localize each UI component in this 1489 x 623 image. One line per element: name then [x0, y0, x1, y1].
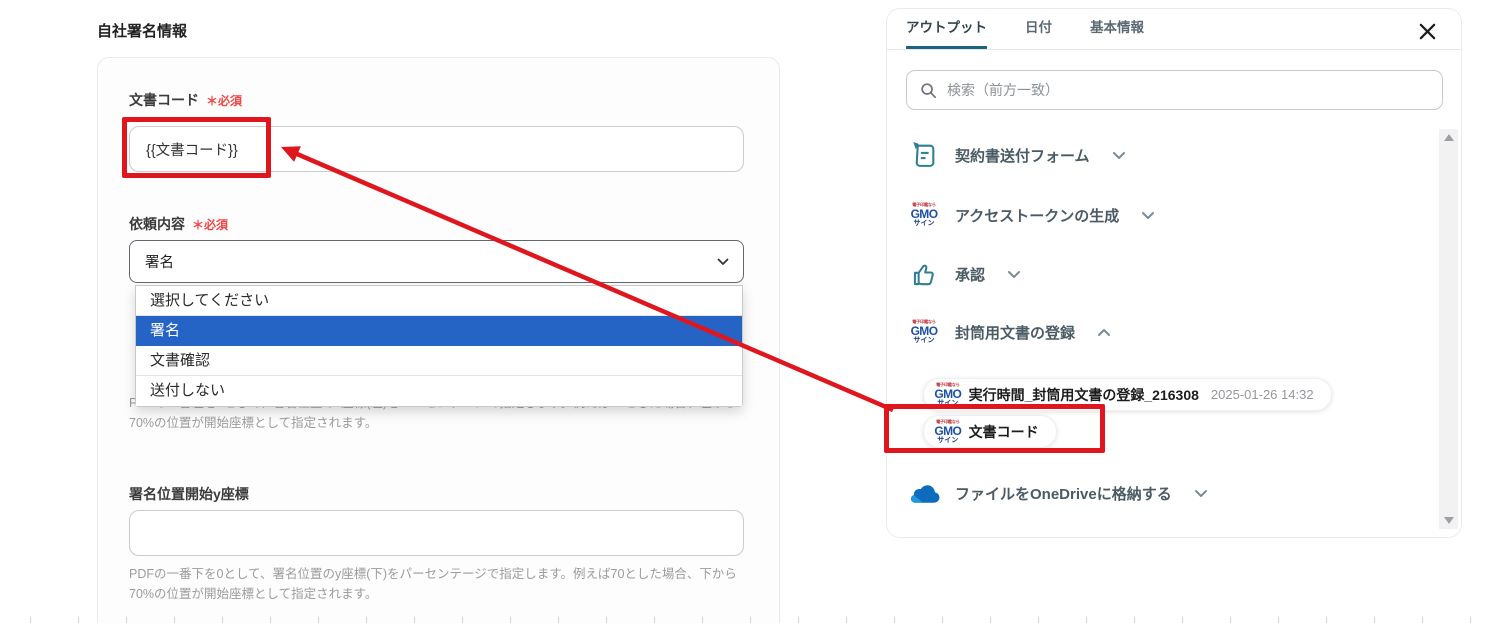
request-label-row: 依頼内容 ＊必須: [129, 214, 228, 234]
search-placeholder: 検索（前方一致）: [947, 82, 1059, 98]
scrollbar[interactable]: [1439, 129, 1458, 529]
gmo-tagline: 電子印鑑なら: [936, 382, 960, 388]
chevron-down-icon: [717, 258, 729, 265]
onedrive-icon: [906, 483, 942, 504]
list-item-store-file-onedrive[interactable]: ファイルをOneDriveに格納する: [906, 471, 1208, 515]
highlight-box-doc-code-input: [122, 117, 271, 178]
list-item-envelope-document-registration[interactable]: 電子印鑑なら GMO サイン 封筒用文書の登録: [906, 310, 1111, 354]
variable-timestamp: 2025-01-26 14:32: [1210, 387, 1314, 402]
helper-line: PDFの一番下を0として、署名位置のy座標(下)をパーセンテージで指定します。例…: [129, 567, 737, 581]
request-options-list: 選択してください 署名 文書確認 送付しない: [135, 285, 743, 407]
scroll-down-icon[interactable]: [1443, 517, 1454, 524]
list-item-label: ファイルをOneDriveに格納する: [955, 485, 1172, 503]
output-panel: アウトプット 日付 基本情報 検索（前方一致） 契約書送付フォーム 電子印鑑なら…: [886, 8, 1462, 538]
tab-date[interactable]: 日付: [1025, 16, 1052, 50]
gmosign-logo: 電子印鑑なら GMO サイン: [906, 320, 942, 344]
tabs-divider: [887, 49, 1461, 50]
list-item-label: 封筒用文書の登録: [955, 324, 1076, 342]
gmo-wordmark: GMO: [910, 207, 938, 221]
search-icon: [921, 82, 936, 98]
request-select[interactable]: 署名: [129, 240, 744, 283]
doc-code-label-row: 文書コード ＊必須: [129, 90, 242, 110]
list-item-label: 契約書送付フォーム: [955, 147, 1090, 165]
doc-code-label: 文書コード: [129, 92, 199, 108]
list-item-contract-send-form[interactable]: 契約書送付フォーム: [906, 133, 1126, 177]
y-coordinate-input[interactable]: [129, 510, 744, 556]
list-item-approval[interactable]: 承認: [906, 252, 1021, 296]
required-badge: ＊必須: [192, 218, 229, 232]
variable-label: 実行時間_封筒用文書の登録_216308: [968, 386, 1199, 403]
gmo-wordmark: GMO: [934, 386, 962, 401]
scroll-up-icon[interactable]: [1443, 134, 1454, 141]
required-badge: ＊必須: [206, 94, 243, 108]
helper-line: 70%の位置が開始座標として指定されます。: [129, 587, 378, 601]
form-icon: [906, 141, 942, 170]
chevron-down-icon[interactable]: [1194, 489, 1208, 498]
chevron-down-icon[interactable]: [1007, 270, 1021, 279]
tab-output[interactable]: アウトプット: [906, 16, 987, 50]
workflow-editor: 自社署名情報 文書コード ＊必須 {{文書コード}} 依頼内容 ＊必須 署名 P…: [0, 0, 1489, 623]
list-item-access-token[interactable]: 電子印鑑なら GMO サイン アクセストークンの生成: [906, 193, 1155, 237]
thumbs-up-icon: [906, 261, 942, 288]
option-signature[interactable]: 署名: [136, 316, 742, 346]
gmo-tagline: 電子印鑑なら: [912, 319, 936, 325]
request-label: 依頼内容: [129, 216, 185, 232]
canvas-ruler-ticks: [30, 617, 1489, 623]
search-input[interactable]: 検索（前方一致）: [906, 70, 1443, 110]
gmosign-logo: 電子印鑑なら GMO サイン: [906, 203, 942, 227]
gmo-sub: サイン: [913, 220, 935, 227]
chevron-up-icon[interactable]: [1097, 328, 1111, 337]
panel-tabs: アウトプット 日付 基本情報: [906, 9, 1144, 50]
list-item-label: アクセストークンの生成: [955, 207, 1120, 225]
gmo-tagline: 電子印鑑なら: [912, 202, 936, 208]
y-coordinate-label-row: 署名位置開始y座標: [129, 484, 249, 504]
request-selected-value: 署名: [145, 255, 174, 271]
section-title: 自社署名情報: [97, 23, 188, 40]
gmo-sub: サイン: [913, 337, 935, 344]
option-document-check[interactable]: 文書確認: [136, 346, 742, 376]
helper-line: 70%の位置が開始座標として指定されます。: [129, 416, 378, 430]
option-do-not-send[interactable]: 送付しない: [136, 376, 742, 406]
tab-basic-info[interactable]: 基本情報: [1090, 16, 1144, 50]
option-placeholder[interactable]: 選択してください: [136, 286, 742, 316]
y-coordinate-label: 署名位置開始y座標: [129, 486, 249, 502]
highlight-box-doc-code-variable: [884, 404, 1105, 453]
list-item-label: 承認: [955, 266, 986, 284]
chevron-down-icon[interactable]: [1112, 151, 1126, 160]
gmo-wordmark: GMO: [910, 324, 938, 338]
chevron-down-icon[interactable]: [1141, 211, 1155, 220]
close-icon[interactable]: [1415, 19, 1439, 43]
y-coordinate-helper-text: PDFの一番下を0として、署名位置のy座標(下)をパーセンテージで指定します。例…: [129, 564, 763, 604]
